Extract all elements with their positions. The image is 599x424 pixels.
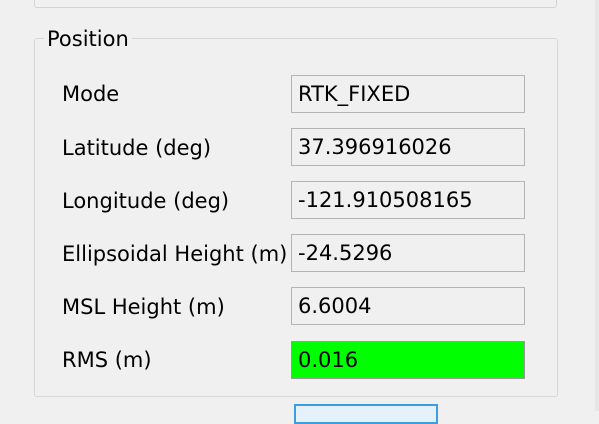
window-right-edge — [595, 0, 599, 411]
msl-height-label: MSL Height (m) — [62, 295, 225, 319]
rms-label: RMS (m) — [62, 348, 152, 372]
mode-field[interactable]: RTK_FIXED — [291, 75, 525, 113]
previous-groupbox — [34, 0, 557, 8]
longitude-label: Longitude (deg) — [62, 189, 230, 213]
msl-height-field[interactable]: 6.6004 — [291, 287, 525, 325]
ellipsoidal-height-label: Ellipsoidal Height (m) — [62, 242, 288, 266]
latitude-label: Latitude (deg) — [62, 136, 212, 160]
position-group-title: Position — [44, 24, 132, 54]
rms-field[interactable]: 0.016 — [291, 341, 525, 379]
mode-label: Mode — [62, 82, 120, 106]
bottom-button[interactable] — [294, 404, 438, 424]
latitude-field[interactable]: 37.396916026 — [291, 128, 525, 166]
longitude-field[interactable]: -121.910508165 — [291, 181, 525, 219]
ellipsoidal-height-field[interactable]: -24.5296 — [291, 234, 525, 272]
